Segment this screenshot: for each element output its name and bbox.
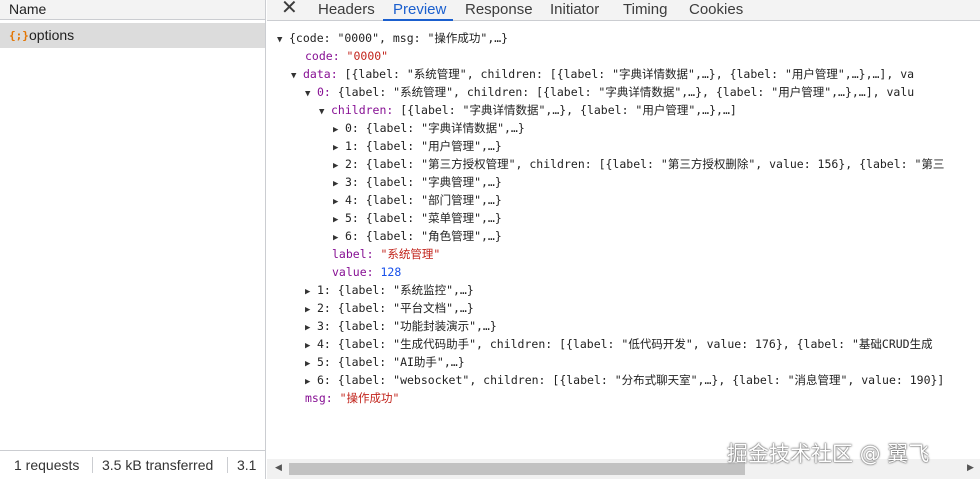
scroll-right-icon[interactable]: ▶ xyxy=(967,462,974,473)
tab-initiator[interactable]: Initiator xyxy=(550,0,599,19)
scrollbar-thumb[interactable] xyxy=(289,463,745,475)
request-name: options xyxy=(29,27,75,43)
tree-node-value[interactable]: value: 128 xyxy=(332,263,401,281)
tree-node-data-0[interactable]: ▼ 0: {label: "系统管理", children: [{label: "… xyxy=(305,83,914,101)
tree-node-child[interactable]: ▶ 0: {label: "字典详情数据",…} xyxy=(333,119,525,137)
tab-headers[interactable]: Headers xyxy=(318,0,375,19)
tree-node-data[interactable]: ▼ data: [{label: "系统管理", children: [{labe… xyxy=(291,65,914,83)
expand-arrow-icon[interactable]: ▼ xyxy=(319,103,331,121)
tree-node-msg[interactable]: msg: "操作成功" xyxy=(305,389,399,407)
tree-node-data-item[interactable]: ▶ 3: {label: "功能封装演示",…} xyxy=(305,317,497,335)
details-tab-bar: ✕ Headers Preview Response Initiator Tim… xyxy=(267,0,980,21)
name-column-header[interactable]: Name xyxy=(0,0,265,20)
transferred-size: 3.5 kB transferred xyxy=(102,457,214,473)
json-brace-icon: {;} xyxy=(9,29,29,42)
tree-node-child[interactable]: ▶ 2: {label: "第三方授权管理", children: [{label… xyxy=(333,155,944,173)
expand-arrow-icon[interactable]: ▼ xyxy=(277,31,289,49)
json-preview-tree: ▼ {code: "0000", msg: "操作成功",…} code: "00… xyxy=(267,21,980,458)
status-bar: 1 requests 3.5 kB transferred 3.1 xyxy=(0,450,265,479)
tab-cookies[interactable]: Cookies xyxy=(689,0,743,19)
tree-node-data-item[interactable]: ▶ 2: {label: "平台文档",…} xyxy=(305,299,474,317)
divider xyxy=(92,457,93,473)
tree-node-data-item[interactable]: ▶ 1: {label: "系统监控",…} xyxy=(305,281,474,299)
divider xyxy=(227,457,228,473)
tree-node-child[interactable]: ▶ 4: {label: "部门管理",…} xyxy=(333,191,502,209)
tree-node-data-item[interactable]: ▶ 4: {label: "生成代码助手", children: [{label:… xyxy=(305,335,933,353)
request-row-options[interactable]: {;} options xyxy=(0,23,265,48)
tree-node-child[interactable]: ▶ 6: {label: "角色管理",…} xyxy=(333,227,502,245)
expand-arrow-icon[interactable]: ▼ xyxy=(305,85,317,103)
close-icon[interactable]: ✕ xyxy=(281,0,298,19)
tree-node-children[interactable]: ▼ children: [{label: "字典详情数据",…}, {label:… xyxy=(319,101,737,119)
tree-node-label[interactable]: label: "系统管理" xyxy=(332,245,440,263)
scroll-left-icon[interactable]: ◀ xyxy=(275,462,282,473)
expand-arrow-icon[interactable]: ▼ xyxy=(291,67,303,85)
tree-node-child[interactable]: ▶ 1: {label: "用户管理",…} xyxy=(333,137,502,155)
tree-node-data-item[interactable]: ▶ 5: {label: "AI助手",…} xyxy=(305,353,465,371)
tree-root-node[interactable]: ▼ {code: "0000", msg: "操作成功",…} xyxy=(277,29,508,47)
tree-node-data-item[interactable]: ▶ 6: {label: "websocket", children: [{lab… xyxy=(305,371,944,389)
tab-response[interactable]: Response xyxy=(465,0,533,19)
request-count: 1 requests xyxy=(14,457,80,473)
tab-timing[interactable]: Timing xyxy=(623,0,667,19)
tree-node-code[interactable]: code: "0000" xyxy=(305,47,388,65)
details-panel: ✕ Headers Preview Response Initiator Tim… xyxy=(267,0,980,479)
tree-node-child[interactable]: ▶ 3: {label: "字典管理",…} xyxy=(333,173,502,191)
resource-size: 3.1 xyxy=(237,457,257,473)
watermark: 掘金技术社区 @ 翼飞 xyxy=(727,442,930,466)
tab-preview[interactable]: Preview xyxy=(393,0,446,19)
request-list-panel: Name {;} options 1 requests 3.5 kB trans… xyxy=(0,0,266,479)
tree-node-child[interactable]: ▶ 5: {label: "菜单管理",…} xyxy=(333,209,502,227)
